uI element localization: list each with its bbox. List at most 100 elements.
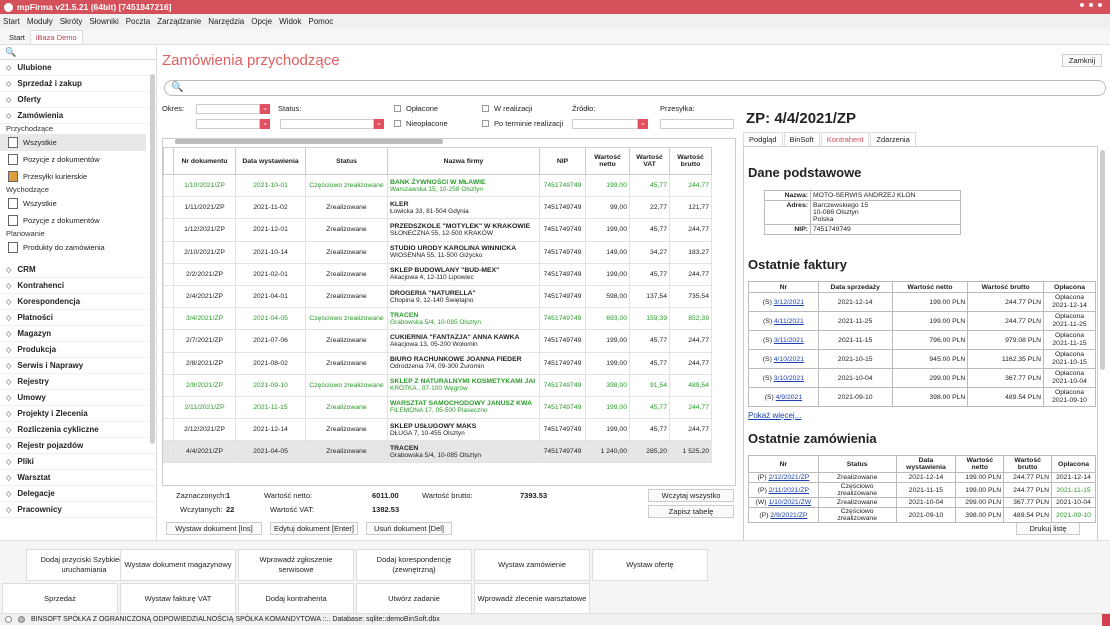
close-window-icon[interactable]	[1098, 3, 1102, 7]
sidebar-item-wszystkie-wych[interactable]: Wszystkie	[0, 195, 146, 212]
sidebar-item-produkty[interactable]: Produkty do zamówienia	[0, 239, 146, 256]
col-netto[interactable]: Wartość netto	[585, 147, 630, 175]
menu-narzedzia[interactable]: Narzędzia	[208, 17, 244, 26]
tab-binsoft[interactable]: BinSoft	[783, 132, 820, 147]
menu-zarzadzanie[interactable]: Zarządzanie	[157, 17, 201, 26]
faktura-link[interactable]: 4/9/2021	[776, 394, 802, 401]
sidebar-group-projekty-i-zlecenia[interactable]: ◇ Projekty i Zlecenia	[0, 406, 156, 422]
menu-start[interactable]: Start	[3, 17, 20, 26]
table-row[interactable]: 2/11/2021/ZP 2021-11-15 Zrealizowane WARSZT…	[163, 395, 712, 420]
w-realizacji-checkbox[interactable]	[482, 105, 489, 112]
table-row[interactable]: 2/4/2021/ZP 2021-04-01 Zrealizowane DROGERI…	[163, 284, 712, 309]
sidebar-item-przesylki[interactable]: Przesyłki kurierskie	[0, 168, 146, 185]
status-select[interactable]	[280, 119, 374, 129]
zrodlo-dropdown[interactable]: ⌄	[638, 119, 648, 129]
maximize-icon[interactable]	[1089, 3, 1093, 7]
sidebar-group-rejestry[interactable]: ◇ Rejestry	[0, 374, 156, 390]
close-button[interactable]: Zamknij	[1062, 54, 1102, 67]
sidebar-group-umowy[interactable]: ◇ Umowy	[0, 390, 156, 406]
col-vat[interactable]: Wartość VAT	[629, 147, 670, 175]
zam-link[interactable]: 2/11/2021/ZP	[769, 487, 809, 494]
col-nip[interactable]: NIP	[539, 147, 586, 175]
sidebar-group-sprzedaz[interactable]: ◇ Sprzedaż i zakup	[0, 76, 156, 92]
pokaz-wiecej-link[interactable]: Pokaż więcej...	[748, 411, 801, 420]
zam-link[interactable]: 1/10/2021/ZW	[768, 499, 811, 506]
okres-from-dropdown[interactable]: ⌄	[260, 104, 270, 114]
faktura-link[interactable]: 4/10/2021	[774, 356, 804, 363]
sidebar-group-oferty[interactable]: ◇ Oferty	[0, 92, 156, 108]
usun-dokument-button[interactable]: Usuń dokument [Del]	[366, 522, 452, 535]
quick-zgloszenie-serwisowe[interactable]: Wprowadź zgłoszenie serwisowe	[238, 549, 354, 581]
quick-zlecenie-warsztatowe[interactable]: Wprowadź zlecenie warsztatowe	[474, 583, 590, 615]
col-nr[interactable]: Nr dokumentu	[173, 147, 236, 175]
sidebar-group-zamowienia[interactable]: ◇ Zamówienia	[0, 108, 156, 124]
sidebar-group-rozliczenia-cykliczne[interactable]: ◇ Rozliczenia cykliczne	[0, 422, 156, 438]
po-terminie-checkbox[interactable]	[482, 120, 489, 127]
table-row[interactable]: 2/2/2021/ZP 2021-02-01 Zrealizowane SKLEP B…	[163, 262, 712, 286]
quick-wystaw-oferte[interactable]: Wystaw ofertę	[592, 549, 708, 581]
tab-podglad[interactable]: Podgląd	[743, 132, 783, 147]
table-top-scrollbar[interactable]	[175, 139, 443, 144]
col-data[interactable]: Data wystawienia	[235, 147, 306, 175]
sidebar-item-pozycje-wych[interactable]: Pozycje z dokumentów	[0, 212, 146, 229]
okres-to-field[interactable]	[196, 119, 260, 129]
quick-faktura-vat[interactable]: Wystaw fakturę VAT	[120, 583, 236, 615]
sidebar-group-pliki[interactable]: ◇ Pliki	[0, 454, 156, 470]
sidebar-group-warsztat[interactable]: ◇ Warsztat	[0, 470, 156, 486]
sidebar-group-produkcja[interactable]: ◇ Produkcja	[0, 342, 156, 358]
oplacone-checkbox[interactable]	[394, 105, 401, 112]
sidebar-item-pozycje-przych[interactable]: Pozycje z dokumentów	[0, 151, 146, 168]
sidebar-group-crm[interactable]: ◇ CRM	[0, 262, 156, 278]
zapisz-tabele-button[interactable]: Zapisz tabelę	[648, 505, 734, 518]
sidebar-scrollbar[interactable]	[150, 74, 155, 444]
table-row[interactable]: 1/12/2021/ZP 2021-12-01 Zrealizowane PRZEDS…	[163, 218, 712, 242]
sidebar-group-p-atno-ci[interactable]: ◇ Płatności	[0, 310, 156, 326]
table-row[interactable]: 2/10/2021/ZP 2021-10-14 Zrealizowane STUDIO…	[163, 240, 712, 264]
sidebar-group-delegacje[interactable]: ◇ Delegacje	[0, 486, 156, 502]
menu-pomoc[interactable]: Pomoc	[308, 17, 333, 26]
minimize-icon[interactable]	[1080, 3, 1084, 7]
table-row[interactable]: 3/4/2021/ZP 2021-04-05 Częściowo zrealizow…	[163, 307, 712, 331]
zam-link[interactable]: 2/12/2021/ZP	[768, 474, 809, 481]
sidebar-group-kontrahenci[interactable]: ◇ Kontrahenci	[0, 278, 156, 294]
sidebar-group-ulubione[interactable]: ◇ Ulubione	[0, 60, 156, 76]
table-row[interactable]: 1/10/2021/ZP 2021-10-01 Częściowo zrealizo…	[163, 173, 712, 198]
sidebar-group-korespondencja[interactable]: ◇ Korespondencja	[0, 294, 156, 310]
menu-moduly[interactable]: Moduły	[27, 17, 53, 26]
table-row[interactable]: 2/12/2021/ZP 2021-12-14 Zrealizowane SKLEP …	[163, 418, 712, 442]
tab-ibaza-demo[interactable]: iBaza Demo	[29, 30, 83, 44]
window-controls[interactable]	[1080, 3, 1102, 7]
table-row[interactable]: 1/11/2021/ZP 2021-11-02 Zrealizowane KLER Ło…	[163, 196, 712, 220]
table-row[interactable]: 2/7/2021/ZP 2021-07-06 Zrealizowane CUKIERN…	[163, 329, 712, 353]
table-row[interactable]: 2/8/2021/ZP 2021-08-02 Zrealizowane BIURO R…	[163, 351, 712, 375]
tab-kontrahent[interactable]: Kontrahent	[820, 132, 870, 147]
faktura-link[interactable]: 3/10/2021	[774, 375, 804, 382]
sidebar-item-wszystkie-przych[interactable]: Wszystkie	[0, 134, 146, 151]
okres-to-dropdown[interactable]: ⌄	[260, 119, 270, 129]
sidebar-group-pracownicy[interactable]: ◇ Pracownicy	[0, 502, 156, 518]
col-status[interactable]: Status	[305, 147, 388, 175]
quick-dokument-magazynowy[interactable]: Wystaw dokument magazynowy	[120, 549, 236, 581]
col-brutto[interactable]: Wartość brutto	[669, 147, 712, 175]
sidebar-group-serwis-i-naprawy[interactable]: ◇ Serwis i Naprawy	[0, 358, 156, 374]
menu-skroty[interactable]: Skróty	[60, 17, 83, 26]
quick-korespondencja[interactable]: Dodaj korespondencję (zewnętrzną)	[356, 549, 472, 581]
przesylka-select[interactable]	[660, 119, 734, 129]
faktura-link[interactable]: 4/11/2021	[774, 318, 804, 325]
tab-start[interactable]: Start	[4, 31, 30, 44]
col-nazwa[interactable]: Nazwa firmy	[387, 147, 540, 175]
faktura-link[interactable]: 3/11/2021	[774, 337, 804, 344]
sidebar-search[interactable]: 🔍	[0, 46, 156, 60]
zam-link[interactable]: 2/9/2021/ZP	[770, 512, 807, 519]
menu-opcje[interactable]: Opcje	[251, 17, 272, 26]
quick-utworz-zadanie[interactable]: Utwórz zadanie	[356, 583, 472, 615]
menu-poczta[interactable]: Poczta	[126, 17, 150, 26]
faktura-link[interactable]: 3/12/2021	[774, 299, 804, 306]
menu-widok[interactable]: Widok	[279, 17, 301, 26]
edytuj-dokument-button[interactable]: Edytuj dokument [Enter]	[270, 522, 358, 535]
quick-sprzedaz[interactable]: Sprzedaż	[2, 583, 118, 615]
detail-scrollbar[interactable]	[1100, 150, 1105, 370]
search-input[interactable]: 🔍	[164, 80, 1106, 96]
nieoplacone-checkbox[interactable]	[394, 120, 401, 127]
sidebar-group-magazyn[interactable]: ◇ Magazyn	[0, 326, 156, 342]
